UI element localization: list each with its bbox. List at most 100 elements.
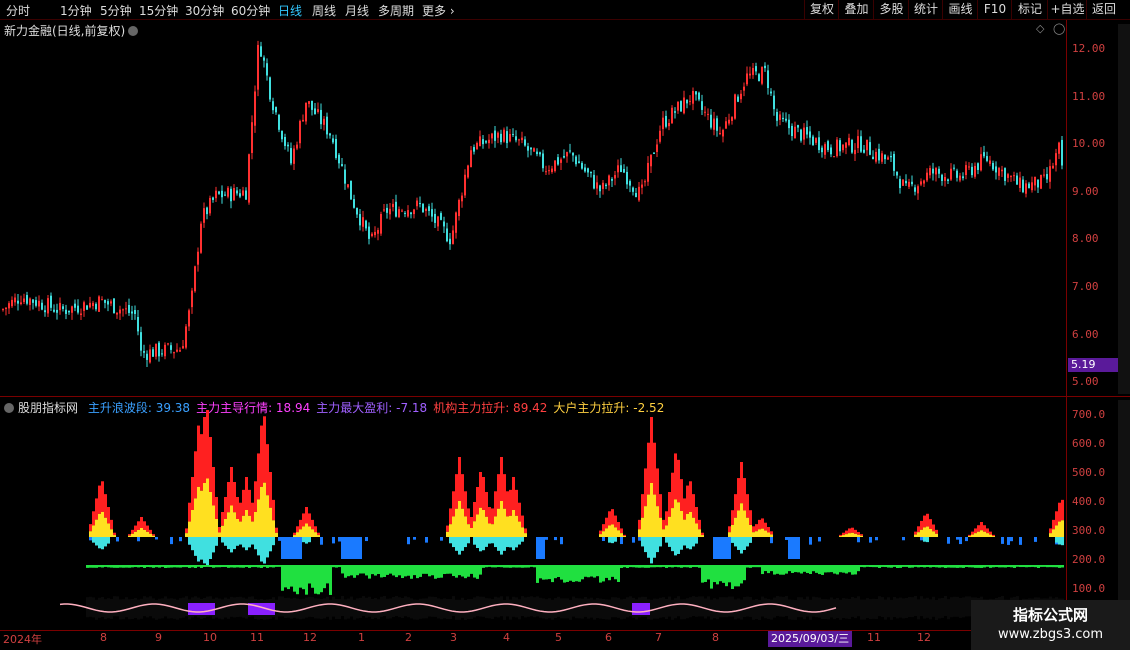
candle-body	[449, 238, 451, 245]
bar-yellow	[191, 510, 194, 537]
side-panel-strip[interactable]	[1118, 24, 1130, 394]
band-dark	[338, 599, 341, 620]
band-purple	[635, 603, 638, 615]
candle-body	[653, 152, 655, 154]
bar-mid	[509, 537, 512, 548]
f10-button[interactable]: F10	[977, 0, 1012, 19]
candle-body	[356, 207, 358, 215]
candle-body	[359, 214, 361, 226]
band-dark	[449, 599, 452, 620]
bar-yellow	[935, 533, 938, 537]
period-tab-5min[interactable]: 5分钟	[100, 2, 132, 19]
bar-red	[647, 442, 650, 495]
bar-mid	[743, 537, 746, 550]
indicator-chart[interactable]	[0, 410, 1066, 630]
bar-green	[623, 565, 626, 568]
bar-green	[929, 565, 932, 568]
bar-green	[971, 565, 974, 568]
candle-body	[848, 137, 850, 146]
band-purple	[644, 603, 647, 615]
candle-body	[956, 170, 958, 178]
period-tab-multi[interactable]: 多周期	[378, 2, 414, 19]
bar-red	[515, 489, 518, 516]
band-dark	[608, 599, 611, 620]
period-tab-60min[interactable]: 60分钟	[231, 2, 270, 19]
price-tick: 9.00	[1072, 185, 1099, 198]
bar-yellow	[254, 511, 257, 537]
bar-green	[116, 565, 119, 568]
period-tab-daily[interactable]: 日线	[278, 2, 302, 19]
back-button[interactable]: 返回	[1086, 0, 1121, 19]
bar-green	[596, 565, 599, 577]
period-tab-1min[interactable]: 1分钟	[60, 2, 92, 19]
bar-yellow	[470, 528, 473, 537]
overlay-button[interactable]: 叠加	[838, 0, 874, 19]
date-label: 11	[867, 631, 881, 644]
candlestick-chart[interactable]	[0, 20, 1066, 396]
candle-body	[854, 149, 856, 155]
period-tab-monthly[interactable]: 月线	[345, 2, 369, 19]
period-tab-weekly[interactable]: 周线	[312, 2, 336, 19]
bar-red	[614, 515, 617, 528]
bar-yellow	[1049, 533, 1052, 537]
band-dark	[458, 599, 461, 620]
candle-body	[158, 342, 160, 357]
bar-blue	[770, 537, 773, 544]
bar-blue	[155, 537, 158, 540]
multi-stock-button[interactable]: 多股	[873, 0, 909, 19]
bar-green	[521, 565, 524, 568]
bar-green	[89, 565, 92, 568]
candle-body	[461, 195, 463, 202]
bar-yellow	[248, 515, 251, 537]
stats-button[interactable]: 统计	[908, 0, 943, 19]
mark-button[interactable]: 标记	[1011, 0, 1048, 19]
adjust-button[interactable]: 复权	[804, 0, 839, 19]
bar-red	[140, 517, 143, 528]
band-dark	[359, 597, 362, 618]
band-dark	[371, 598, 374, 619]
band-dark	[563, 598, 566, 619]
period-tab-30min[interactable]: 30分钟	[185, 2, 224, 19]
candle-body	[83, 302, 85, 311]
bar-green	[575, 565, 578, 582]
candle-body	[167, 343, 169, 345]
bar-yellow	[296, 532, 299, 537]
band-dark	[215, 597, 218, 618]
candle-body	[206, 207, 208, 215]
band-dark	[722, 597, 725, 618]
bar-yellow	[854, 533, 857, 537]
candle-body	[767, 70, 769, 89]
bar-yellow	[611, 524, 614, 537]
bar-yellow	[113, 535, 116, 537]
side-panel-strip[interactable]	[1118, 400, 1130, 630]
period-tab-15min[interactable]: 15分钟	[139, 2, 178, 19]
bar-red	[239, 502, 242, 522]
draw-line-button[interactable]: 画线	[942, 0, 978, 19]
bar-red	[212, 467, 215, 506]
band-dark	[950, 597, 953, 618]
candle-body	[851, 139, 853, 153]
bar-blue	[719, 537, 722, 559]
candle-body	[824, 144, 826, 155]
candle-body	[806, 127, 808, 135]
band-dark	[881, 597, 884, 618]
bar-blue	[1001, 537, 1004, 544]
period-tab-fenshi[interactable]: 分时	[6, 2, 30, 19]
candle-body	[173, 352, 175, 354]
bar-green	[251, 565, 254, 568]
candle-body	[65, 309, 67, 314]
add-watchlist-button[interactable]: +自选	[1047, 0, 1087, 19]
candle-body	[533, 148, 535, 152]
bar-yellow	[497, 508, 500, 537]
band-dark	[797, 597, 800, 618]
bar-green	[314, 565, 317, 594]
candle-body	[689, 100, 691, 102]
bar-green	[467, 565, 470, 577]
candle-body	[530, 147, 532, 150]
bar-green	[872, 565, 875, 568]
bar-green	[203, 565, 206, 567]
bar-red	[842, 532, 845, 536]
more-menu[interactable]: 更多 ›	[422, 2, 455, 19]
bar-green	[833, 565, 836, 574]
bar-yellow	[692, 517, 695, 537]
